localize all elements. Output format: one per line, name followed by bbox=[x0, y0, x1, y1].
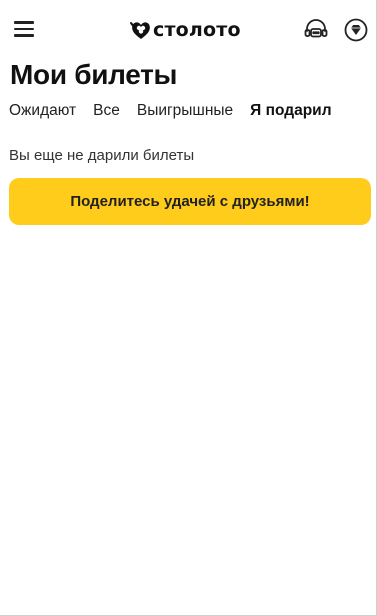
top-app-bar: столото bbox=[0, 0, 376, 58]
tab-waiting[interactable]: Ожидают bbox=[9, 101, 76, 121]
empty-state-message: Вы еще не дарили билеты bbox=[9, 147, 195, 164]
page-title: Мои билеты bbox=[10, 59, 178, 90]
tab-all[interactable]: Все bbox=[93, 101, 120, 121]
menu-icon-line bbox=[14, 34, 34, 37]
support-button[interactable] bbox=[303, 17, 329, 43]
diamond-icon bbox=[344, 18, 368, 42]
app-screen: столото Мои билеты Ожидают Все Выигрышны… bbox=[0, 0, 377, 616]
headset-chat-icon bbox=[304, 19, 328, 38]
tab-winning[interactable]: Выигрышные bbox=[137, 101, 233, 121]
menu-button[interactable] bbox=[12, 17, 36, 41]
bonus-button[interactable] bbox=[343, 17, 369, 43]
menu-icon-line bbox=[14, 21, 34, 24]
tickets-tabs: Ожидают Все Выигрышные Я подарил bbox=[9, 101, 332, 121]
tab-gifted[interactable]: Я подарил bbox=[250, 101, 331, 121]
menu-icon-line bbox=[14, 27, 34, 31]
stoloto-logo[interactable]: столото bbox=[130, 16, 241, 44]
brand-name: столото bbox=[153, 18, 241, 41]
share-luck-button[interactable]: Поделитесь удачей с друзьями! bbox=[9, 178, 371, 225]
heart-clover-logo-icon bbox=[130, 22, 150, 39]
